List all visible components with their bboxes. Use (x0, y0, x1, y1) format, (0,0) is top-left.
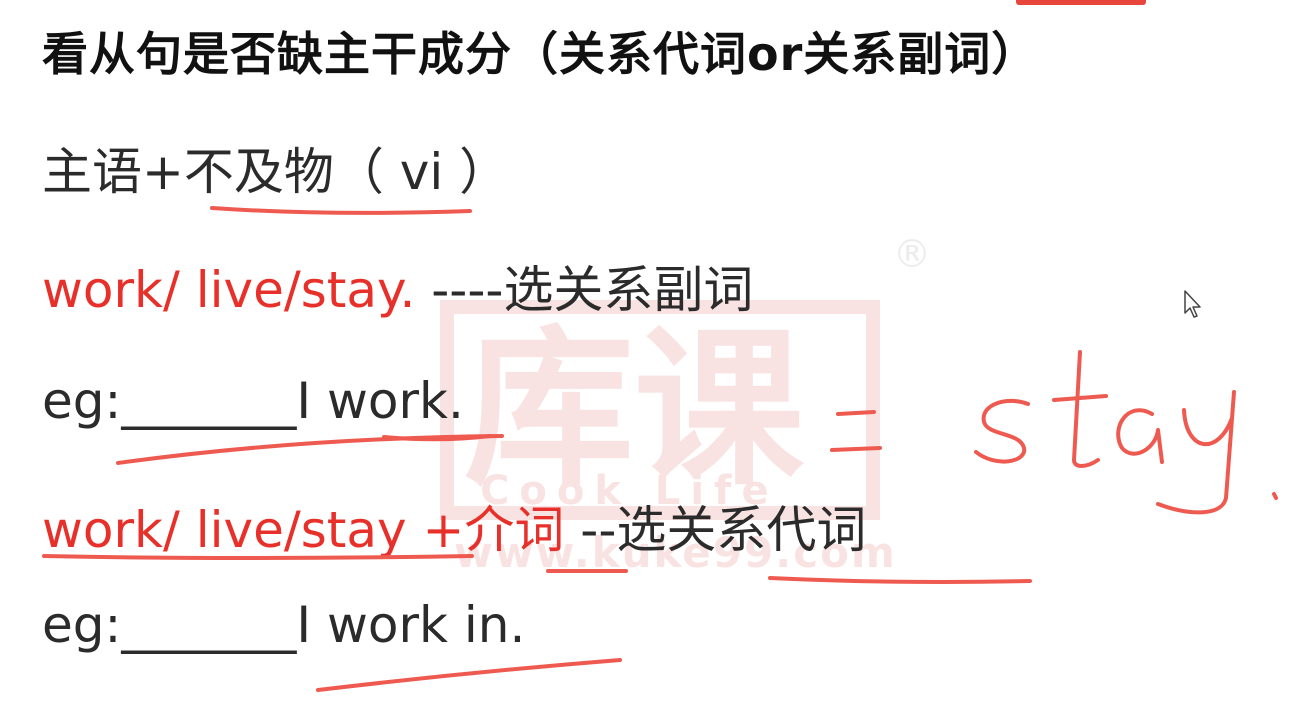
handwritten-I (830, 410, 882, 452)
underline-case2 (42, 554, 474, 560)
underline-example2 (316, 658, 622, 692)
handwritten-y (1156, 390, 1236, 515)
handwritten-t (1052, 350, 1108, 468)
handwritten-period (1272, 492, 1278, 500)
mouse-cursor-icon (1184, 290, 1201, 318)
pen-annotations (42, 206, 1278, 692)
underline-choice (768, 576, 1032, 584)
handwritten-s (974, 398, 1030, 464)
handwritten-a (1116, 408, 1164, 464)
underline-intransitive (210, 206, 472, 215)
